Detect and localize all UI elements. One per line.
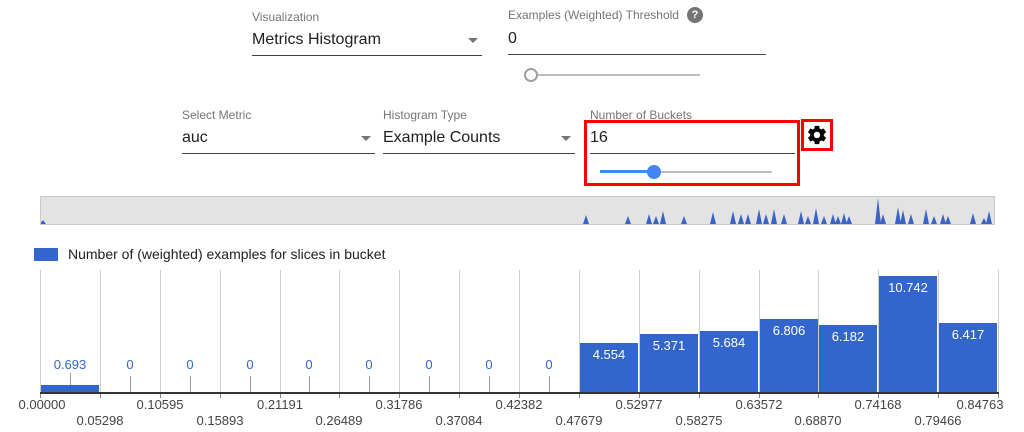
- x-axis-label: 0.68870: [776, 413, 860, 428]
- annotation-stem: [190, 376, 191, 392]
- axis-tick: [579, 394, 580, 398]
- x-axis-label: 0.74168: [836, 397, 920, 412]
- chart-gridline: [459, 270, 460, 392]
- bar-value-label: 4.554: [579, 347, 639, 362]
- x-axis-label: 0.52977: [597, 397, 681, 412]
- x-axis-label: 0.15893: [178, 413, 262, 428]
- chart-gridline: [399, 270, 400, 392]
- bar-value-label: 0: [459, 357, 519, 372]
- x-axis-label: 0.10595: [118, 397, 202, 412]
- chart-gridline: [519, 270, 520, 392]
- x-axis-label: 0.37084: [417, 413, 501, 428]
- bar-value-label: 0: [519, 357, 579, 372]
- axis-tick: [818, 394, 819, 398]
- chart-gridline: [100, 270, 101, 392]
- x-axis-label: 0.42382: [477, 397, 561, 412]
- axis-tick: [339, 394, 340, 398]
- x-axis-label: 0.26489: [297, 413, 381, 428]
- bar-value-label: 6.417: [938, 327, 998, 342]
- x-axis-label: 0.58275: [657, 413, 741, 428]
- annotation-stem: [250, 376, 251, 392]
- chart-gridline: [280, 270, 281, 392]
- chart-gridline: [339, 270, 340, 392]
- histogram-bar[interactable]: [41, 385, 99, 392]
- x-axis-label: 0.63572: [717, 397, 801, 412]
- bar-value-label: 0: [220, 357, 280, 372]
- axis-tick: [100, 394, 101, 398]
- chart-gridline: [160, 270, 161, 392]
- metrics-histogram-panel: Visualization Metrics Histogram Examples…: [0, 0, 1024, 432]
- annotation-stem: [489, 376, 490, 392]
- bar-value-label: 5.371: [639, 338, 699, 353]
- chart-gridline: [998, 270, 999, 392]
- x-axis-label: 0.84763: [938, 397, 1022, 412]
- bar-value-label: 5.684: [699, 335, 759, 350]
- annotation-stem: [549, 376, 550, 392]
- bar-value-label: 6.182: [818, 329, 878, 344]
- x-axis-label: 0.79466: [896, 413, 980, 428]
- x-axis-label: 0.47679: [537, 413, 621, 428]
- annotation-stem: [429, 376, 430, 392]
- bar-value-label: 0: [279, 357, 339, 372]
- metrics-histogram-chart: 0.000000.052980.105950.158930.211910.264…: [0, 0, 1024, 432]
- axis-tick: [220, 394, 221, 398]
- bar-value-label: 0.693: [40, 357, 100, 372]
- x-axis-label: 0.31786: [357, 397, 441, 412]
- axis-tick: [699, 394, 700, 398]
- bar-value-label: 0: [339, 357, 399, 372]
- bar-value-label: 10.742: [878, 280, 938, 295]
- annotation-stem: [70, 373, 71, 385]
- bar-value-label: 0: [160, 357, 220, 372]
- bar-value-label: 0: [100, 357, 160, 372]
- bar-value-label: 6.806: [759, 323, 819, 338]
- annotation-stem: [130, 376, 131, 392]
- annotation-stem: [369, 376, 370, 392]
- x-axis-label: 0.21191: [238, 397, 322, 412]
- x-axis-label: 0.00000: [0, 397, 84, 412]
- chart-gridline: [220, 270, 221, 392]
- bar-value-label: 0: [399, 357, 459, 372]
- x-axis-line: [40, 392, 999, 394]
- annotation-stem: [309, 376, 310, 392]
- x-axis-label: 0.05298: [58, 413, 142, 428]
- chart-gridline: [40, 270, 41, 392]
- axis-tick: [459, 394, 460, 398]
